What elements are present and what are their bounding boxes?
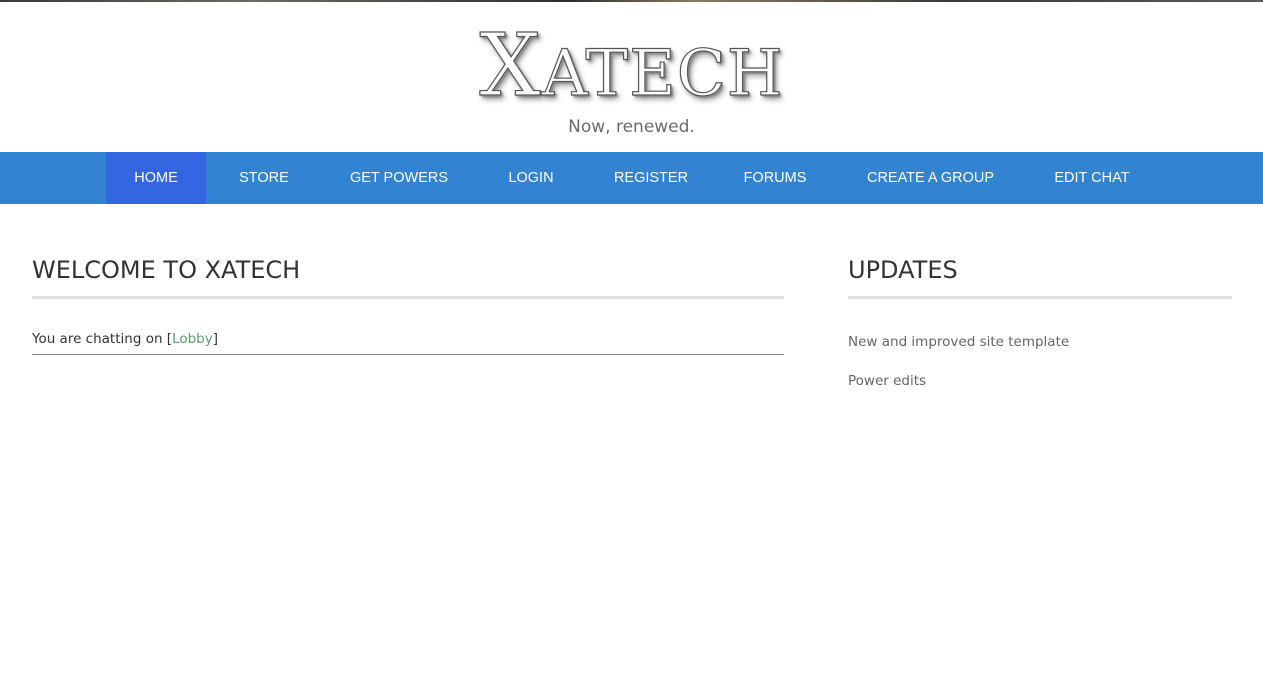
nav-create-group[interactable]: CREATE A GROUP xyxy=(853,152,1008,204)
chat-status: You are chatting on [Lobby] xyxy=(32,331,784,355)
logo-initial: X xyxy=(479,16,542,116)
top-banner-strip xyxy=(0,0,1263,2)
update-item[interactable]: New and improved site template xyxy=(848,332,1232,371)
nav-get-powers[interactable]: GET POWERS xyxy=(336,152,462,204)
nav-forums[interactable]: FORUMS xyxy=(730,152,820,204)
update-item[interactable]: Power edits xyxy=(848,371,1232,410)
updates-list: New and improved site template Power edi… xyxy=(848,332,1232,410)
main-content: WELCOME TO XATECH You are chatting on [L… xyxy=(32,240,784,355)
nav-register[interactable]: REGISTER xyxy=(600,152,702,204)
updates-title: UPDATES xyxy=(848,240,1232,299)
nav-edit-chat[interactable]: EDIT CHAT xyxy=(1040,152,1144,204)
nav-login[interactable]: LOGIN xyxy=(494,152,568,204)
chat-status-suffix: ] xyxy=(212,331,219,347)
nav-home[interactable]: HOME xyxy=(106,152,206,204)
chat-status-prefix: You are chatting on [ xyxy=(32,331,173,347)
logo-rest: ATECH xyxy=(541,36,784,111)
welcome-title: WELCOME TO XATECH xyxy=(32,240,784,299)
site-logo[interactable]: XATECH xyxy=(0,21,1263,118)
site-tagline: Now, renewed. xyxy=(568,117,695,137)
main-navigation: HOME STORE GET POWERS LOGIN REGISTER FOR… xyxy=(0,152,1263,204)
chat-room-link[interactable]: Lobby xyxy=(172,331,213,347)
nav-store[interactable]: STORE xyxy=(224,152,304,204)
updates-sidebar: UPDATES New and improved site template P… xyxy=(848,240,1232,410)
